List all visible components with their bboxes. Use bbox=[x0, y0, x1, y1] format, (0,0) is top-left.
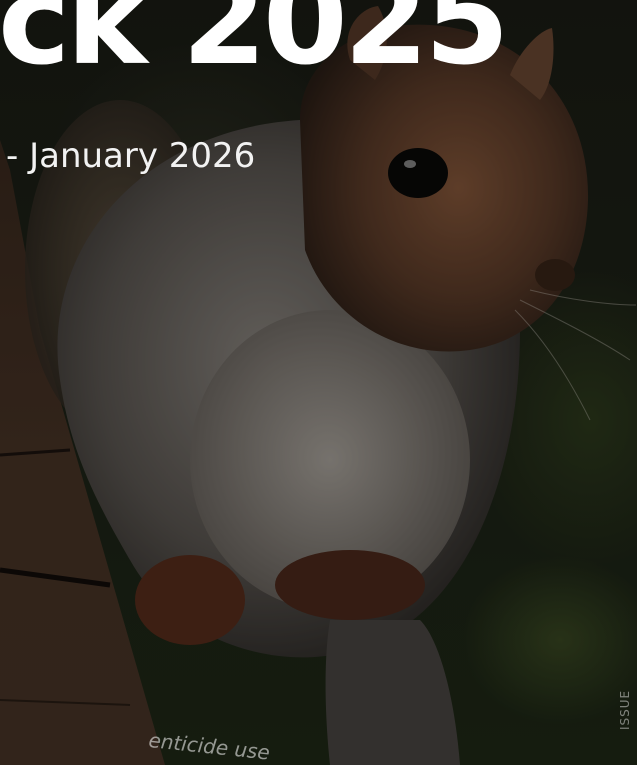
hero-date-range: - January 2026 bbox=[6, 136, 256, 176]
dark-overlay bbox=[0, 0, 637, 765]
hero-banner: ck 2025 - January 2026 enticide use ISSU… bbox=[0, 0, 637, 765]
issue-label: ISSUE bbox=[618, 689, 632, 730]
hero-title: ck 2025 bbox=[0, 0, 509, 92]
